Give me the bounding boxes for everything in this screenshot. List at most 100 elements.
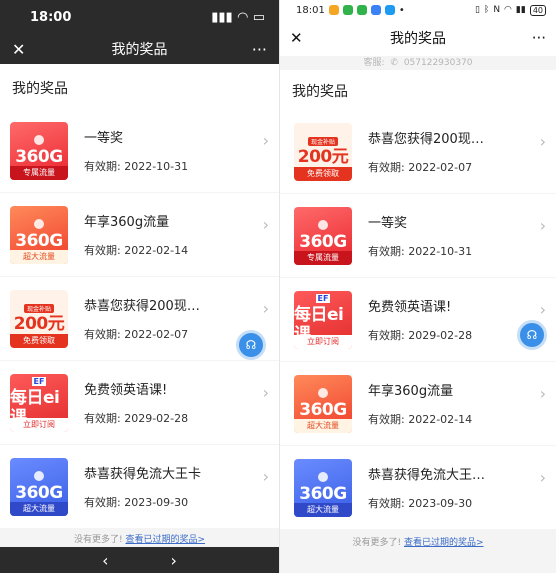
expired-prizes-link[interactable]: 查看已过期的奖品> [404, 538, 484, 548]
right-screen: 18:01 • ▯ ᛒ N ◠ ▮▮ 40 ✕ 我的奖品 ··· 客服: ✆ 0… [280, 0, 556, 573]
prize-validity: 有效期: 2022-10-31 [84, 160, 189, 173]
signal-icon: ▮▮ [515, 5, 526, 15]
customer-service-button[interactable]: ☊ [236, 330, 266, 360]
prize-item[interactable]: 360G 超大流量 年享360g流量 有效期: 2022-02-14 › [280, 362, 556, 445]
prize-list: 现金补贴 200元 免费领取 恭喜您获得200现… 有效期: 2022-02-07 › 36… [280, 110, 556, 529]
thumbnail-headline: 360G [15, 230, 63, 251]
chevron-right-icon: › [262, 383, 269, 402]
thumbnail-ribbon: 专属流量 [294, 250, 352, 265]
battery-icon: 40 [529, 4, 546, 16]
comparison-stage: 18:00 ▮▮▮ ◠ ▭ ✕ 我的奖品 ··· 我的奖品 360G 专属流量 一等… [0, 0, 556, 573]
unicom-logo-icon [318, 219, 328, 230]
section-title: 我的奖品 [280, 70, 556, 110]
prize-validity: 有效期: 2022-02-14 [84, 244, 189, 257]
thumbnail-ribbon: 免费领取 [10, 333, 68, 348]
wifi-icon: ◠ [504, 5, 512, 15]
close-icon[interactable]: ✕ [12, 40, 25, 59]
prize-name: 年享360g流量 [84, 215, 170, 230]
prize-thumbnail: EF每日ei课立即订阅 [10, 373, 68, 432]
prize-info: 恭喜获得免流大王… 有效期: 2023-09-30 [368, 464, 556, 511]
page-title: 我的奖品 [111, 42, 168, 58]
thumbnail-ribbon: 立即订阅 [294, 334, 352, 349]
prize-thumbnail: EF每日ei课立即订阅 [294, 290, 352, 349]
nav-bar: ✕ 我的奖品 ··· [280, 20, 556, 56]
prize-thumbnail: 360G 专属流量 [294, 206, 352, 265]
thumbnail-headline: 360G [299, 483, 347, 504]
status-time: 18:01 [296, 4, 325, 16]
unicom-logo-icon [34, 218, 44, 229]
dot-icon: • [398, 4, 405, 16]
thumbnail-headline: 200元 [13, 313, 65, 334]
prize-item[interactable]: EF每日ei课立即订阅免费领英语课!有效期: 2029-02-28› [0, 361, 279, 444]
prize-info: 恭喜获得免流大王卡 有效期: 2023-09-30 [84, 463, 279, 510]
footer-text: 没有更多了! [73, 535, 123, 545]
unicom-logo-icon [318, 387, 328, 398]
more-icon[interactable]: ··· [252, 40, 267, 59]
headset-icon: ☊ [526, 328, 538, 342]
prize-item[interactable]: 360G 专属流量 一等奖有效期: 2022-10-31 › [280, 194, 556, 277]
prize-validity: 有效期: 2022-10-31 [368, 245, 473, 258]
prize-item[interactable]: 360G 超大流量 年享360g流量有效期: 2022-02-14 › [0, 193, 279, 276]
prize-thumbnail: 360G 专属流量 [10, 121, 68, 180]
wifi-icon: ◠ [237, 9, 248, 25]
prize-name: 免费领英语课! [368, 300, 452, 315]
close-icon[interactable]: ✕ [290, 29, 303, 47]
thumbnail-headline: 360G [15, 146, 63, 167]
thumbnail-badge: 现金补贴 [23, 303, 54, 313]
thumbnail-ribbon: 超大流量 [294, 418, 352, 433]
chevron-right-icon: › [262, 131, 269, 150]
chevron-right-icon: › [539, 216, 546, 235]
thumbnail-ribbon: 超大流量 [10, 501, 68, 516]
chevron-right-icon: › [262, 467, 269, 486]
thumbnail-headline: 360G [299, 399, 347, 420]
chevron-right-icon: › [539, 132, 546, 151]
forward-arrow-icon[interactable]: › [171, 551, 177, 570]
prize-item[interactable]: 360G 超大流量 恭喜获得免流大王… 有效期: 2023-09-30 › [280, 446, 556, 529]
prize-item[interactable]: 360G 专属流量 一等奖 有效期: 2022-10-31 › [0, 109, 279, 192]
prize-item[interactable]: 360G 超大流量 恭喜获得免流大王卡 有效期: 2023-09-30 › [0, 445, 279, 528]
chevron-right-icon: › [262, 299, 269, 318]
prize-name: 恭喜获得免流大王卡 [84, 467, 202, 482]
chevron-right-icon: › [539, 468, 546, 487]
thumbnail-headline: 360G [299, 231, 347, 252]
prize-item[interactable]: EF每日ei课立即订阅免费领英语课!有效期: 2029-02-28› [280, 278, 556, 361]
status-icons: ▯ ᛒ N ◠ ▮▮ 40 [474, 4, 546, 16]
prize-info: 年享360g流量 有效期: 2022-02-14 [368, 380, 556, 427]
headset-icon: ☊ [245, 338, 257, 352]
footer-text: 没有更多了! [352, 538, 402, 548]
thumbnail-headline: 200元 [297, 146, 349, 167]
customer-service-button[interactable]: ☊ [517, 320, 547, 350]
thumbnail-ribbon: 专属流量 [10, 165, 68, 180]
prize-validity: 有效期: 2023-09-30 [84, 496, 189, 509]
unicom-logo-icon [34, 134, 44, 145]
prize-name: 恭喜获得免流大王… [368, 468, 486, 483]
thumbnail-ribbon: 超大流量 [10, 249, 68, 264]
expired-prizes-link[interactable]: 查看已过期的奖品> [125, 535, 205, 545]
status-time: 18:00 [30, 9, 72, 25]
app-notification-icon [370, 5, 381, 15]
prize-validity: 有效期: 2022-02-14 [368, 413, 473, 426]
prize-info: 一等奖 有效期: 2022-10-31 [84, 127, 279, 174]
nav-bar: ✕ 我的奖品 ··· [0, 34, 279, 64]
phone-icon: ✆ [390, 58, 398, 68]
ef-logo-icon: EF [31, 377, 47, 386]
more-icon[interactable]: ··· [532, 29, 546, 47]
section-title: 我的奖品 [0, 64, 279, 109]
customer-service-line: 客服: ✆ 057122930370 [280, 56, 556, 70]
service-phone[interactable]: 057122930370 [404, 58, 473, 68]
app-notification-icon [328, 5, 339, 15]
prize-name: 一等奖 [368, 216, 408, 231]
chevron-right-icon: › [262, 215, 269, 234]
prize-item[interactable]: 现金补贴 200元 免费领取 恭喜您获得200现… 有效期: 2022-02-07 › [280, 110, 556, 193]
status-icons: ▮▮▮ ◠ ▭ [211, 10, 265, 25]
prize-info: 免费领英语课! 有效期: 2029-02-28 [84, 379, 279, 426]
vibrate-icon: ▯ [474, 5, 480, 15]
thumbnail-headline: 360G [15, 482, 63, 503]
prize-list: 360G 专属流量 一等奖 有效期: 2022-10-31 › 360G 超大流量 年享360… [0, 109, 279, 528]
list-footer: 没有更多了! 查看已过期的奖品> [280, 530, 556, 556]
prize-thumbnail: 360G 超大流量 [294, 374, 352, 433]
thumbnail-ribbon: 立即订阅 [10, 417, 68, 432]
prize-thumbnail: 现金补贴 200元 免费领取 [294, 122, 352, 181]
status-bar: 18:00 ▮▮▮ ◠ ▭ [0, 0, 279, 34]
back-arrow-icon[interactable]: ‹ [102, 551, 108, 570]
